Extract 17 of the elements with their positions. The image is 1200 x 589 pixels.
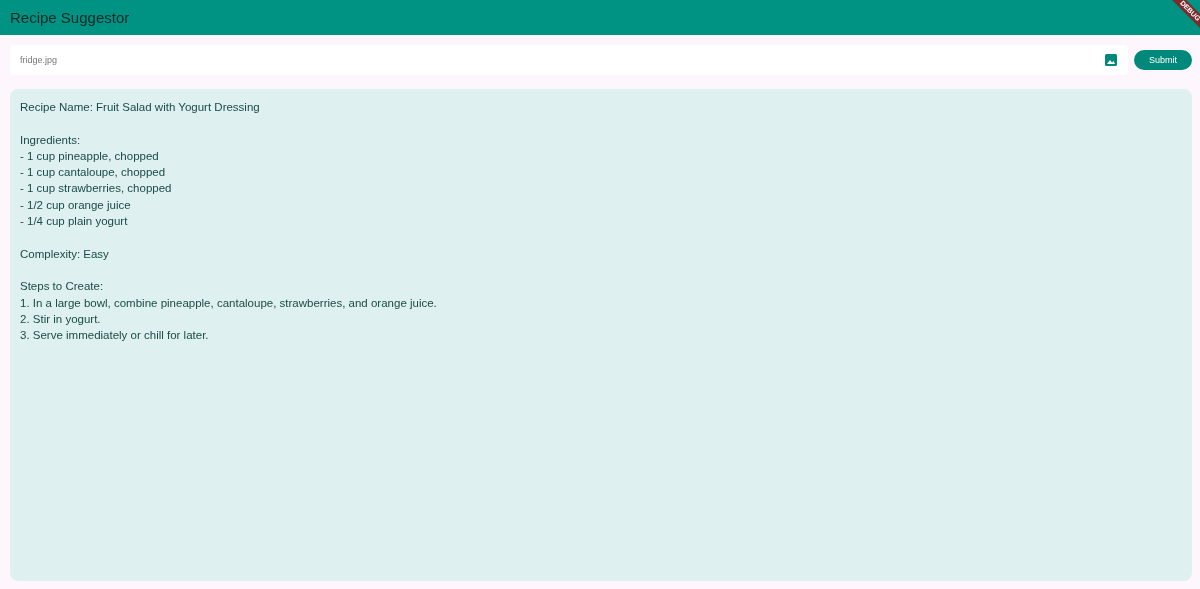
recipe-text-line: Recipe Name: Fruit Salad with Yogurt Dressing xyxy=(20,100,261,115)
file-field[interactable]: fridge.jpg xyxy=(10,45,1128,75)
recipe-text-line: Ingredients: xyxy=(20,132,82,148)
recipe-text-line: 3. Serve immediately or chill for later. xyxy=(20,328,210,344)
recipe-text-line: 2. Stir in yogurt. xyxy=(20,311,102,327)
app-title: Recipe Suggestor xyxy=(10,9,130,26)
recipe-text-line: - 1 cup cantaloupe, chopped xyxy=(20,165,167,181)
recipe-text-line: - 1/4 cup plain yogurt xyxy=(20,214,129,230)
image-icon[interactable] xyxy=(1105,54,1117,66)
recipe-text-line: - 1 cup strawberries, chopped xyxy=(20,181,173,197)
recipe-text-line: - 1/2 cup orange juice xyxy=(20,197,132,213)
recipe-text-line: Complexity: Easy xyxy=(20,246,110,262)
file-name-text: fridge.jpg xyxy=(20,55,59,65)
recipe-text-line: - 1 cup pineapple, chopped xyxy=(20,148,160,164)
recipe-text-line: 1. In a large bowl, combine pineapple, cantaloupe, strawberries, and orange juice. xyxy=(20,295,438,311)
recipe-text-line: Steps to Create: xyxy=(20,279,105,295)
submit-button[interactable]: Submit xyxy=(1134,50,1192,70)
